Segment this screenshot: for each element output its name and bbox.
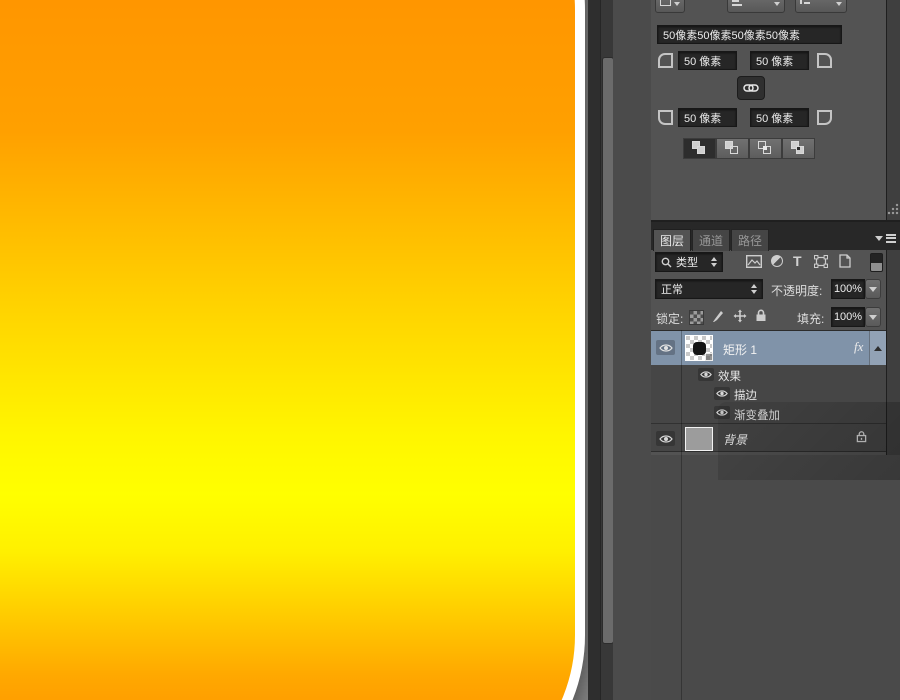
opacity-dropdown-button[interactable] (865, 279, 881, 299)
lock-transparency-icon[interactable] (689, 310, 704, 325)
photoshop-window: 50像素50像素50像素50像素 50 像素 50 像素 50 像素 50 像素 (0, 0, 900, 700)
lock-position-move-icon[interactable] (733, 309, 747, 328)
stroke-effect-label[interactable]: 描边 (734, 387, 757, 403)
exclude-shapes-button[interactable] (782, 138, 815, 159)
canvas-vertical-scrollbar[interactable] (600, 0, 614, 700)
fx-badge[interactable]: fx (854, 339, 863, 355)
stroke-align-icon (732, 0, 742, 6)
stroke-shape-icon (660, 0, 671, 6)
background-thumbnail[interactable] (685, 427, 713, 451)
layer-row-rectangle1[interactable]: 矩形 1 fx (651, 331, 886, 365)
corner-top-right-icon (817, 53, 832, 68)
filter-smart-object-button[interactable] (839, 254, 851, 273)
search-icon (661, 257, 672, 268)
layer-row-effects[interactable]: 效果 (651, 365, 886, 384)
rounded-rectangle-shape[interactable] (0, 0, 585, 700)
eye-icon (659, 343, 673, 353)
intersect-shapes-button[interactable] (749, 138, 782, 159)
exclude-shape-icon (791, 141, 806, 156)
lock-all-icon[interactable] (755, 309, 767, 327)
layer-list-empty-area (651, 455, 900, 700)
layers-tab-bar: 图层 通道 路径 (651, 220, 900, 250)
filter-type-layers-button[interactable]: T (793, 254, 802, 268)
panel-menu-lines-icon (886, 232, 896, 244)
radius-top-left-field[interactable]: 50 像素 (678, 51, 737, 70)
stroke-corner-icon (800, 0, 812, 4)
radius-bottom-right-field[interactable]: 50 像素 (750, 108, 809, 127)
watermark-overlay (718, 402, 900, 480)
filter-type-label: 类型 (676, 254, 698, 270)
filter-on-off-toggle[interactable] (870, 253, 883, 272)
visibility-toggle[interactable] (698, 368, 714, 381)
filter-adjustment-layers-button[interactable] (771, 255, 783, 267)
radius-bottom-left-field[interactable]: 50 像素 (678, 108, 737, 127)
stepper-arrows-icon[interactable] (674, 0, 680, 6)
chevron-down-icon (869, 315, 877, 320)
panel-menu-button[interactable] (875, 232, 896, 244)
stroke-align-stepper[interactable] (727, 0, 785, 13)
filter-type-dropdown[interactable]: 类型 (655, 252, 723, 272)
opacity-value-field[interactable]: 100% (831, 279, 865, 299)
panel-resize-grip[interactable] (887, 203, 899, 215)
fill-dropdown-button[interactable] (865, 307, 881, 327)
link-icon (743, 82, 759, 94)
subtract-front-shape-button[interactable] (716, 138, 749, 159)
opacity-label: 不透明度: (771, 282, 822, 299)
dropdown-arrows-icon (711, 257, 717, 267)
effects-label[interactable]: 效果 (718, 368, 741, 384)
filter-shape-layers-button[interactable] (814, 255, 828, 273)
pathfinder-button-group (683, 138, 815, 159)
subtract-shape-icon (725, 141, 740, 156)
layer-thumbnail[interactable] (685, 335, 713, 361)
document-canvas[interactable] (0, 0, 588, 700)
link-radius-values-button[interactable] (737, 76, 765, 100)
visibility-toggle[interactable] (656, 431, 675, 446)
lock-pixels-brush-icon[interactable] (711, 309, 725, 328)
corner-bottom-right-icon (817, 110, 832, 125)
stroke-corner-stepper[interactable] (795, 0, 847, 13)
blend-mode-dropdown[interactable]: 正常 (655, 279, 763, 299)
panel-dock-gutter (613, 0, 654, 700)
corner-top-left-icon (658, 53, 673, 68)
stepper-arrows-icon[interactable] (836, 0, 842, 6)
smartobject-filter-icon (839, 254, 851, 268)
radius-summary-field[interactable]: 50像素50像素50像素50像素 (657, 25, 842, 44)
layer-name[interactable]: 矩形 1 (723, 341, 757, 358)
stepper-arrows-icon[interactable] (774, 0, 780, 6)
fill-label: 填充: (797, 310, 824, 327)
combine-shapes-icon (692, 141, 707, 156)
chevron-down-icon (869, 287, 877, 292)
eye-column-divider (681, 330, 682, 700)
canvas-window-edge (588, 0, 600, 700)
panel-menu-icon (875, 236, 883, 241)
visibility-toggle[interactable] (656, 340, 675, 355)
triangle-up-icon (874, 346, 882, 351)
shape-filter-icon (814, 255, 828, 268)
eye-icon (700, 370, 712, 379)
right-panel-dock: 50像素50像素50像素50像素 50 像素 50 像素 50 像素 50 像素 (651, 0, 900, 700)
combine-shapes-button[interactable] (683, 138, 716, 159)
radius-top-right-field[interactable]: 50 像素 (750, 51, 809, 70)
blend-options-row: 正常 不透明度: 100% (651, 278, 886, 306)
stroke-width-stepper[interactable] (655, 0, 685, 13)
collapse-effects-button[interactable] (869, 331, 886, 365)
intersect-shape-icon (758, 141, 773, 156)
eye-icon (716, 389, 728, 398)
blend-mode-value: 正常 (661, 281, 683, 297)
layer-filter-row: 类型 T (651, 248, 886, 278)
corner-bottom-left-icon (658, 110, 673, 125)
visibility-toggle[interactable] (714, 387, 730, 400)
dropdown-arrows-icon (751, 284, 757, 294)
fill-value-field[interactable]: 100% (831, 307, 865, 327)
lock-label: 锁定: (656, 310, 683, 327)
layer-row-stroke-effect[interactable]: 描边 (651, 384, 886, 403)
pixel-filter-icon (746, 255, 762, 268)
filter-pixel-layers-button[interactable] (746, 255, 762, 273)
eye-icon (659, 434, 673, 444)
shape-thumbnail-blob (693, 342, 706, 355)
vector-mask-badge-icon (705, 353, 713, 361)
